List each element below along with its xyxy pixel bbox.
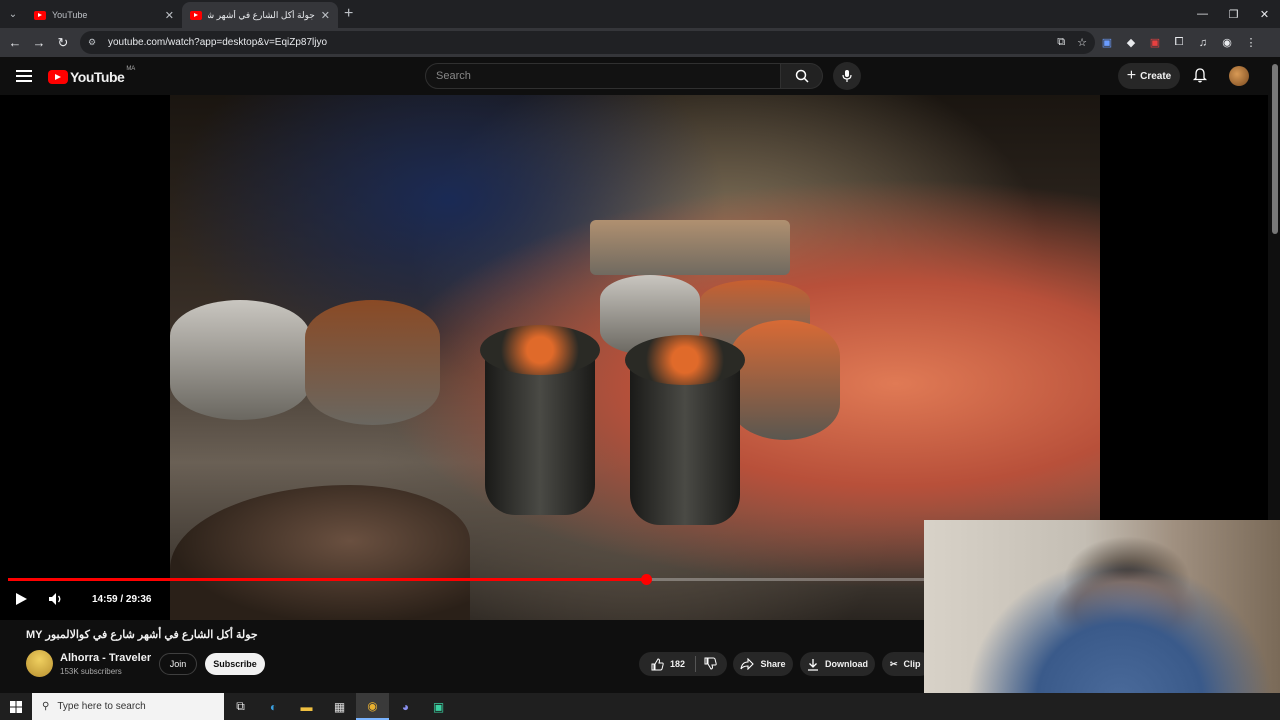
volume-icon[interactable]: [48, 592, 64, 606]
reload-icon[interactable]: ↻: [51, 35, 75, 51]
edge-browser-icon[interactable]: ◐: [257, 693, 290, 720]
create-label: Create: [1140, 70, 1172, 82]
progress-scrubber[interactable]: [640, 574, 652, 585]
search-icon: [795, 69, 809, 83]
download-icon: [808, 658, 818, 671]
forward-icon[interactable]: →: [27, 35, 51, 50]
steel-tray: [590, 220, 790, 275]
progress-played: [8, 578, 646, 581]
app-icon[interactable]: ▣: [422, 693, 455, 720]
player-controls: 14:59 / 29:36: [0, 587, 152, 611]
extension-icon[interactable]: ◆: [1124, 36, 1138, 49]
plus-icon: +: [1126, 67, 1137, 84]
notifications-bell-icon[interactable]: [1192, 67, 1208, 83]
like-count: 182: [670, 659, 686, 669]
pdf-extension-icon[interactable]: ▣: [1148, 36, 1162, 49]
create-button[interactable]: + Create: [1118, 63, 1180, 89]
clip-label: Clip: [903, 659, 921, 669]
steel-pot: [730, 320, 840, 440]
dislike-button[interactable]: [696, 657, 717, 672]
new-tab-button[interactable]: +: [344, 5, 353, 23]
tab-video[interactable]: جولة أكل الشارع في أشهر شارع ✕: [182, 2, 338, 28]
address-bar[interactable]: ⚙ youtube.com/watch?app=desktop&v=EqiZp8…: [80, 31, 1095, 54]
minimize-icon[interactable]: —: [1187, 0, 1218, 28]
share-label: Share: [760, 659, 786, 669]
site-info-icon[interactable]: ⚙: [88, 37, 102, 48]
share-arrow-icon: [740, 658, 755, 670]
taskbar-search-box[interactable]: ⚲ Type here to search: [32, 693, 224, 720]
channel-avatar[interactable]: [26, 650, 53, 677]
discord-icon[interactable]: ◕: [389, 693, 422, 720]
profile-icon[interactable]: ◉: [1220, 36, 1234, 49]
tab-youtube[interactable]: YouTube ✕: [26, 2, 182, 28]
search-input[interactable]: Search: [425, 63, 781, 89]
youtube-favicon-icon: [190, 10, 202, 20]
browser-menu-icon[interactable]: ⋮: [1244, 36, 1258, 49]
like-button[interactable]: 182: [639, 656, 697, 672]
logo-text: YouTube: [70, 69, 125, 85]
tab-title: YouTube: [52, 10, 88, 20]
food-cup: [480, 325, 600, 515]
video-title: جولة أكل الشارع في أشهر شارع في كوالالمب…: [26, 629, 258, 641]
share-button[interactable]: Share: [733, 652, 793, 676]
steel-pot: [170, 300, 310, 420]
youtube-favicon-icon: [34, 10, 46, 20]
tab-title: جولة أكل الشارع في أشهر شارع: [208, 9, 315, 20]
steel-pot: [305, 300, 440, 425]
close-tab-icon[interactable]: ✕: [165, 9, 174, 22]
food-cup: [625, 335, 745, 525]
windows-start-button[interactable]: [0, 700, 32, 713]
channel-name[interactable]: Alhorra - Traveler: [60, 652, 151, 664]
browser-toolbar: ← → ↻ ⚙ youtube.com/watch?app=desktop&v=…: [0, 28, 1280, 57]
extensions-puzzle-icon[interactable]: ⧠: [1172, 36, 1186, 49]
microphone-icon: [842, 70, 852, 82]
time-display: 14:59 / 29:36: [92, 593, 152, 605]
join-button[interactable]: Join: [159, 653, 197, 675]
task-view-icon[interactable]: ⧉: [224, 693, 257, 720]
download-button[interactable]: Download: [800, 652, 875, 676]
file-explorer-icon[interactable]: ▬: [290, 693, 323, 720]
hand: [170, 485, 470, 620]
windows-logo-icon: [10, 700, 22, 713]
restore-icon[interactable]: ❐: [1218, 0, 1249, 28]
chrome-browser-icon[interactable]: ◉: [356, 693, 389, 720]
extensions-area: ▣ ◆ ▣ ⧠ ♫ ◉ ⋮: [1100, 28, 1258, 57]
youtube-header: YouTube MA Search + Create: [0, 57, 1280, 95]
store-icon[interactable]: ▦: [323, 693, 356, 720]
search-button[interactable]: [781, 63, 823, 89]
voice-search-button[interactable]: [833, 62, 861, 90]
url-text: youtube.com/watch?app=desktop&v=EqiZp87l…: [108, 37, 328, 48]
youtube-play-logo-icon: [48, 70, 68, 84]
browser-tab-bar: ⌄ YouTube ✕ جولة أكل الشارع في أشهر شارع…: [0, 0, 1280, 28]
download-label: Download: [825, 659, 868, 669]
close-tab-icon[interactable]: ✕: [321, 9, 330, 22]
media-control-icon[interactable]: ♫: [1196, 37, 1210, 49]
subscribe-button[interactable]: Subscribe: [205, 653, 265, 675]
subscriber-count: 153K subscribers: [60, 667, 122, 676]
scissors-icon: ✂: [890, 658, 898, 669]
country-code: MA: [126, 66, 136, 72]
hamburger-menu-icon[interactable]: [16, 70, 32, 85]
youtube-logo[interactable]: YouTube MA: [48, 66, 136, 85]
account-avatar[interactable]: [1229, 66, 1249, 86]
tab-search-button[interactable]: ⌄: [0, 0, 26, 28]
back-icon[interactable]: ←: [3, 35, 27, 50]
page-scrollbar[interactable]: [1272, 64, 1278, 234]
search-placeholder: Search: [436, 70, 471, 82]
webcam-overlay: [924, 520, 1280, 720]
bookmark-star-icon[interactable]: ☆: [1077, 36, 1087, 49]
windows-taskbar: ⚲ Type here to search ⧉ ◐ ▬ ▦ ◉ ◕ ▣: [0, 693, 1280, 720]
window-controls: — ❐ ✕: [1187, 0, 1280, 28]
search-icon: ⚲: [42, 701, 50, 712]
install-app-icon[interactable]: ⧉: [1057, 36, 1065, 49]
thumbs-up-icon: [651, 657, 664, 670]
taskbar-search-placeholder: Type here to search: [57, 701, 146, 712]
like-dislike-group: 182: [639, 652, 727, 676]
translate-extension-icon[interactable]: ▣: [1100, 36, 1114, 49]
close-window-icon[interactable]: ✕: [1249, 0, 1280, 28]
thumbs-down-icon: [704, 657, 717, 670]
play-icon[interactable]: [14, 592, 28, 606]
